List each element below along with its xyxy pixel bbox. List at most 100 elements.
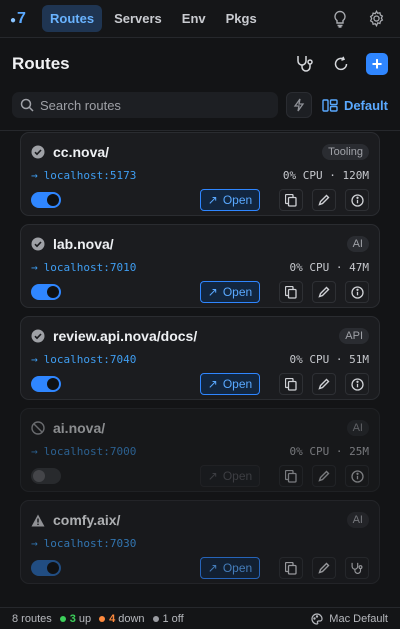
arrow-right-icon: →: [31, 260, 38, 274]
search-box[interactable]: [12, 92, 278, 118]
copy-icon: [285, 377, 297, 391]
route-enabled-toggle[interactable]: [31, 468, 61, 484]
pencil-icon: [318, 378, 330, 390]
off-count: 1 off: [152, 613, 184, 625]
up-status-dot: [59, 615, 66, 622]
check-circle-icon: [31, 145, 45, 159]
route-card: lab.nova/ AI → localhost:7010 0% CPU · 47…: [20, 224, 380, 308]
arrow-right-icon: →: [31, 168, 38, 182]
route-port-link[interactable]: → localhost:7010: [31, 261, 290, 274]
open-external-icon: ↗: [207, 561, 218, 575]
arrow-right-icon: →: [31, 352, 38, 366]
up-count: 3 up: [59, 613, 91, 625]
disabled-circle-icon: [31, 421, 45, 435]
tab-env[interactable]: Env: [174, 5, 214, 32]
copy-button[interactable]: [279, 189, 303, 211]
route-tag: AI: [346, 512, 369, 528]
top-nav: ● 7 Routes Servers Env Pkgs: [0, 0, 400, 38]
layout-icon: [322, 98, 338, 112]
bolt-icon: [293, 98, 305, 112]
down-count: 4 down: [99, 613, 145, 625]
diagnose-button[interactable]: [345, 557, 369, 579]
gear-icon[interactable]: [362, 5, 390, 33]
route-enabled-toggle[interactable]: [31, 560, 61, 576]
stethoscope-icon[interactable]: [290, 49, 320, 79]
tab-pkgs[interactable]: Pkgs: [218, 5, 265, 32]
open-button[interactable]: ↗ Open: [200, 465, 260, 487]
route-card: cc.nova/ Tooling → localhost:5173 0% CPU …: [20, 132, 380, 216]
profile-selector[interactable]: Mac Default: [311, 613, 388, 625]
add-route-button[interactable]: +: [366, 53, 388, 75]
open-external-icon: ↗: [207, 469, 218, 483]
route-tag: API: [339, 328, 369, 344]
copy-icon: [285, 285, 297, 299]
route-port-link[interactable]: → localhost:5173: [31, 169, 283, 182]
arrow-right-icon: →: [31, 444, 38, 458]
copy-button[interactable]: [279, 281, 303, 303]
info-icon: [350, 193, 364, 207]
edit-button[interactable]: [312, 465, 336, 487]
layout-label: Default: [343, 97, 388, 113]
route-tag: AI: [346, 420, 369, 436]
search-row: Default: [0, 90, 400, 120]
page-header: Routes +: [0, 38, 400, 90]
info-button[interactable]: [345, 189, 369, 211]
copy-button[interactable]: [279, 373, 303, 395]
route-enabled-toggle[interactable]: [31, 376, 61, 392]
edit-button[interactable]: [312, 557, 336, 579]
profile-label: Mac Default: [329, 612, 388, 625]
route-stats: 0% CPU · 120M: [282, 168, 369, 182]
edit-button[interactable]: [312, 189, 336, 211]
off-status-dot: [152, 615, 159, 622]
route-card: comfy.aix/ AI → localhost:7030 ↗ Open: [20, 500, 380, 584]
stethoscope-icon: [351, 562, 363, 574]
layout-selector[interactable]: Default: [322, 98, 388, 113]
palette-icon: [311, 612, 323, 625]
refresh-icon[interactable]: [326, 49, 356, 79]
route-name[interactable]: cc.nova/: [53, 144, 322, 160]
copy-icon: [285, 193, 297, 207]
search-icon: [20, 98, 34, 112]
divider: [0, 130, 400, 131]
open-button[interactable]: ↗ Open: [200, 189, 260, 211]
route-port-link[interactable]: → localhost:7040: [31, 353, 290, 366]
route-list: cc.nova/ Tooling → localhost:5173 0% CPU …: [0, 132, 400, 607]
pencil-icon: [318, 470, 330, 482]
route-name[interactable]: lab.nova/: [53, 236, 347, 252]
open-external-icon: ↗: [207, 285, 218, 299]
route-tag: AI: [346, 236, 369, 252]
route-enabled-toggle[interactable]: [31, 284, 61, 300]
pencil-icon: [318, 286, 330, 298]
open-external-icon: ↗: [207, 377, 218, 391]
info-button[interactable]: [345, 281, 369, 303]
lightbulb-icon[interactable]: [326, 5, 354, 33]
route-tag: Tooling: [322, 144, 369, 160]
route-enabled-toggle[interactable]: [31, 192, 61, 208]
search-input[interactable]: [40, 97, 270, 113]
quick-action-button[interactable]: [285, 92, 312, 118]
status-bar: 8 routes 3 up 4 down 1 off Mac Default: [0, 607, 400, 629]
tab-servers[interactable]: Servers: [106, 5, 170, 32]
pencil-icon: [318, 562, 330, 574]
pencil-icon: [318, 194, 330, 206]
route-stats: 0% CPU · 25M: [289, 444, 369, 458]
route-port-link[interactable]: → localhost:7030: [31, 537, 369, 550]
tab-routes[interactable]: Routes: [42, 5, 103, 32]
route-name[interactable]: review.api.nova/docs/: [53, 328, 339, 344]
route-port-link[interactable]: → localhost:7000: [31, 445, 290, 458]
route-name[interactable]: ai.nova/: [53, 420, 347, 436]
route-stats: 0% CPU · 51M: [289, 352, 369, 366]
copy-button[interactable]: [279, 465, 303, 487]
edit-button[interactable]: [312, 281, 336, 303]
route-stats: 0% CPU · 47M: [289, 260, 369, 274]
info-icon: [350, 377, 364, 391]
route-card: review.api.nova/docs/ API → localhost:704…: [20, 316, 380, 400]
edit-button[interactable]: [312, 373, 336, 395]
open-button[interactable]: ↗ Open: [200, 373, 260, 395]
route-name[interactable]: comfy.aix/: [53, 512, 347, 528]
open-button[interactable]: ↗ Open: [200, 557, 260, 579]
info-button[interactable]: [345, 465, 369, 487]
info-button[interactable]: [345, 373, 369, 395]
copy-button[interactable]: [279, 557, 303, 579]
open-button[interactable]: ↗ Open: [200, 281, 260, 303]
